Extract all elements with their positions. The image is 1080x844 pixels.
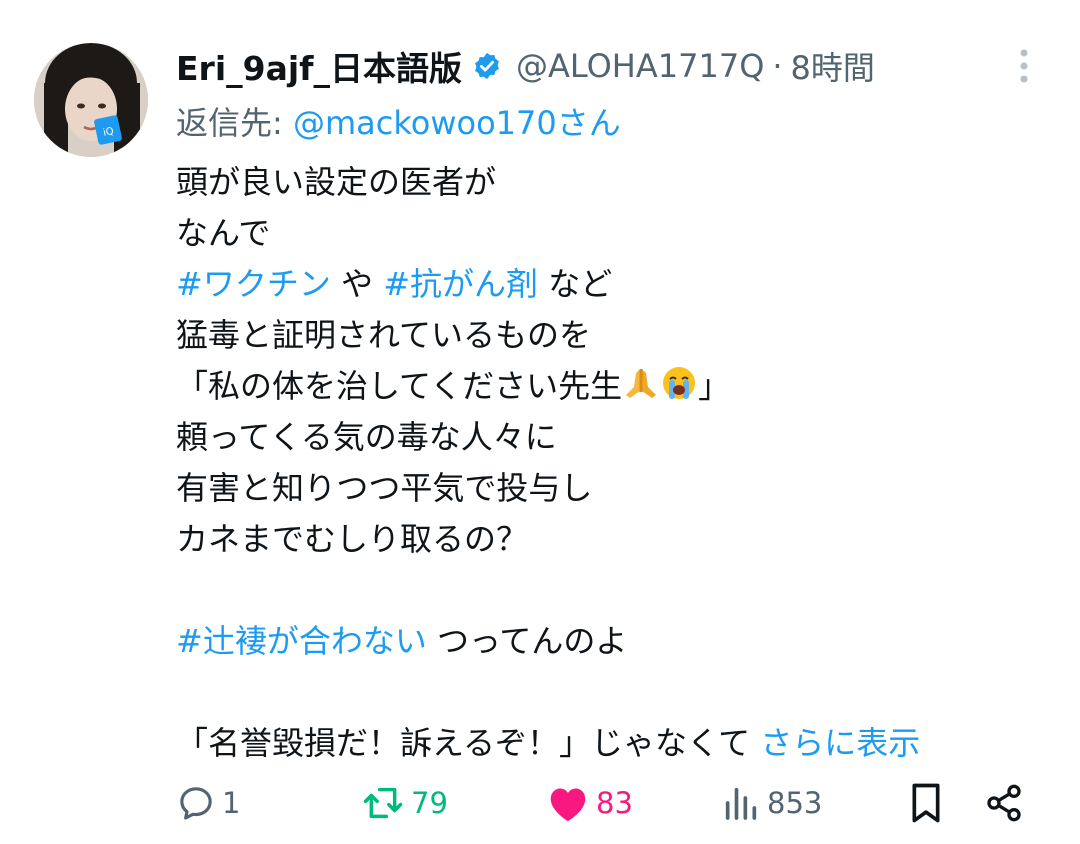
text-span: や — [330, 265, 384, 303]
analytics-bars-icon — [725, 787, 757, 820]
share-icon — [987, 784, 1021, 822]
text-span: 」 — [698, 367, 731, 405]
tweet-header: Eri_9ajf_日本語版 @ALOHA1717Q · 8時間 — [176, 42, 875, 90]
display-name[interactable]: Eri_9ajf_日本語版 — [176, 42, 462, 90]
action-bar: 1 79 83 853 — [176, 775, 1036, 831]
text-line: #辻褄が合わない つってんのよ — [176, 616, 1036, 667]
reply-count: 1 — [222, 786, 241, 820]
text-line: カネまでむしり取るの？ — [176, 520, 529, 558]
text-line: 猛毒と証明されているものを — [176, 316, 592, 354]
loudly-crying-face-emoji-icon — [661, 365, 697, 416]
reply-to-prefix: 返信先: — [176, 104, 283, 142]
text-line: 頼ってくる気の毒な人々に — [176, 418, 557, 456]
handle[interactable]: @ALOHA1717Q — [516, 47, 764, 85]
like-count: 83 — [596, 786, 633, 820]
more-vertical-icon — [1020, 49, 1028, 83]
text-line: 「名誉毀損だ！訴えるぞ！」じゃなくて さらに表示 — [176, 718, 1036, 769]
avatar[interactable]: iQ — [34, 43, 148, 157]
text-span: つってんのよ — [426, 622, 628, 660]
separator-dot: · — [772, 47, 783, 85]
reply-to: 返信先: @mackowoo170さん — [176, 98, 621, 144]
more-options-button[interactable] — [1010, 46, 1038, 86]
hashtag-link[interactable]: #辻褄が合わない — [176, 622, 427, 660]
retweet-icon — [363, 787, 403, 819]
retweet-count: 79 — [411, 786, 448, 820]
views-count: 853 — [767, 786, 823, 820]
text-line: #ワクチン や #抗がん剤 など — [176, 259, 1036, 310]
reply-to-mention[interactable]: @mackowoo170さん — [293, 104, 621, 142]
reply-button[interactable]: 1 — [176, 775, 240, 831]
tweet[interactable]: iQ Eri_9ajf_日本語版 @ALOHA1717Q · 8時間 返信先: … — [0, 0, 1080, 844]
hashtag-link[interactable]: #ワクチン — [176, 265, 331, 303]
text-line: 有害と知りつつ平気で投与し — [176, 469, 593, 507]
retweet-button[interactable]: 79 — [361, 775, 448, 831]
timestamp[interactable]: 8時間 — [791, 43, 875, 89]
reply-icon — [180, 787, 212, 820]
avatar-image: iQ — [34, 43, 148, 157]
show-more-link[interactable]: さらに表示 — [760, 724, 920, 762]
text-line: なんで — [176, 214, 271, 252]
verified-badge-icon — [472, 51, 502, 81]
bookmark-button[interactable] — [906, 775, 946, 831]
views-button[interactable]: 853 — [721, 775, 822, 831]
tweet-text: 頭が良い設定の医者が なんで #ワクチン や #抗がん剤 など 猛毒と証明されて… — [176, 157, 1036, 769]
folded-hands-emoji-icon — [623, 365, 659, 416]
text-span: など — [538, 265, 613, 303]
text-line: 頭が良い設定の医者が — [176, 163, 497, 201]
heart-filled-icon — [550, 788, 586, 822]
text-span: 「名誉毀損だ！訴えるぞ！」じゃなくて — [176, 724, 761, 762]
hashtag-link[interactable]: #抗がん剤 — [383, 265, 538, 303]
share-button[interactable] — [984, 775, 1024, 831]
text-span: 「私の体を治してください先生 — [176, 367, 623, 405]
like-button[interactable]: 83 — [546, 775, 633, 831]
bookmark-icon — [912, 783, 940, 823]
text-line: 「私の体を治してください先生 」 — [176, 361, 1036, 412]
